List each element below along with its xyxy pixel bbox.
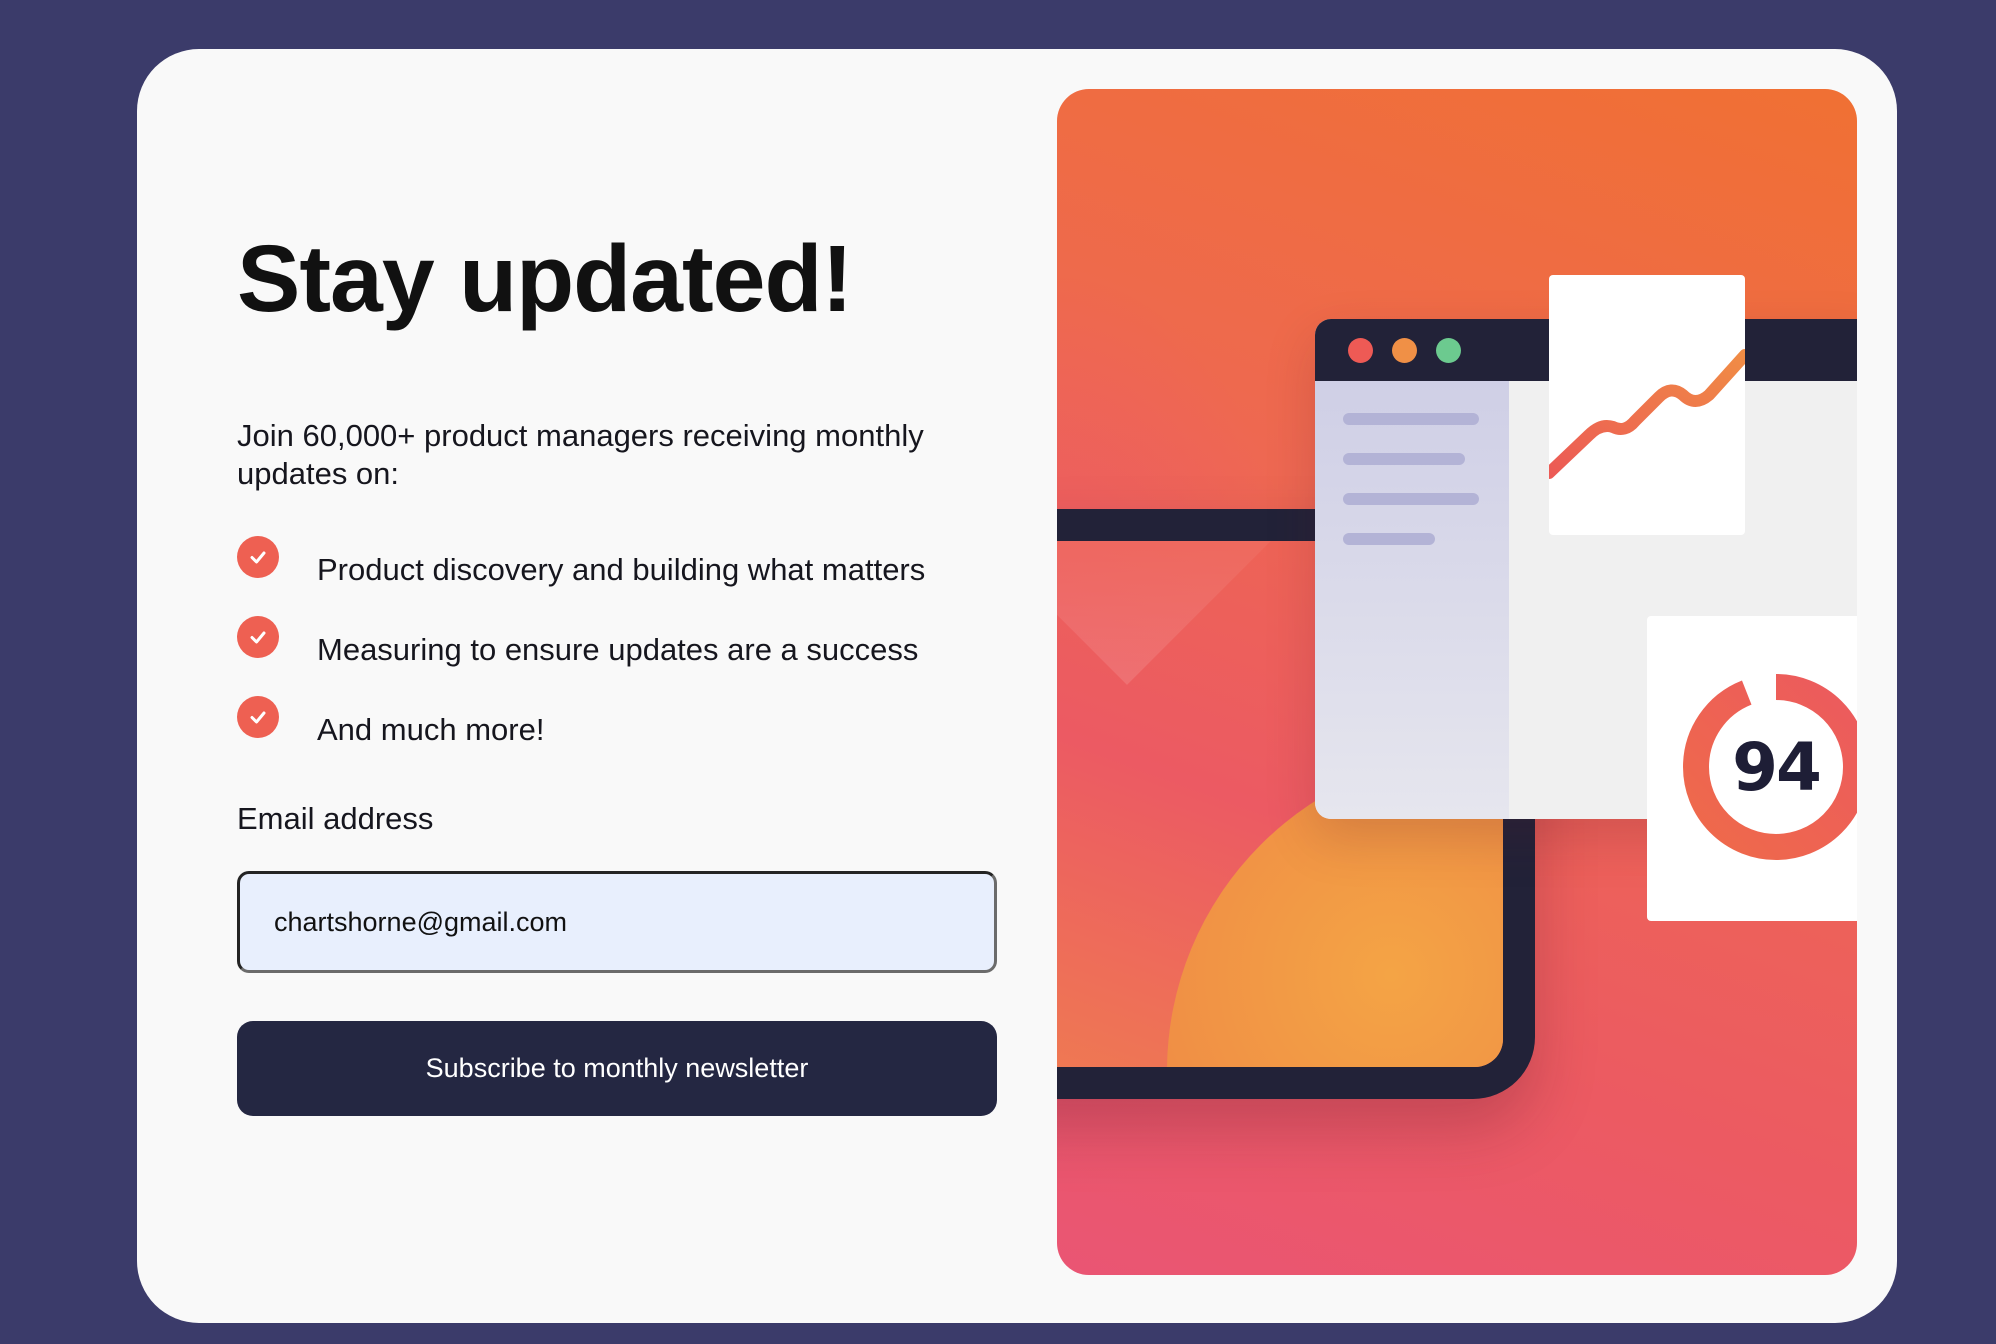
- feature-label: And much more!: [317, 712, 545, 747]
- email-field[interactable]: [237, 871, 997, 973]
- browser-sidebar: [1315, 381, 1509, 819]
- signup-card: Stay updated! Join 60,000+ product manag…: [137, 49, 1897, 1323]
- email-label: Email address: [237, 801, 434, 836]
- score-card: 94: [1647, 616, 1857, 921]
- green-dot-icon: [1436, 338, 1461, 363]
- trend-line-icon: [1543, 349, 1751, 479]
- sidebar-line: [1343, 533, 1435, 545]
- sidebar-line: [1343, 493, 1479, 505]
- check-icon: [237, 536, 279, 578]
- trend-chart-card: [1543, 275, 1751, 535]
- red-dot-icon: [1348, 338, 1373, 363]
- orange-dot-icon: [1392, 338, 1417, 363]
- check-icon: [237, 616, 279, 658]
- list-item: Product discovery and building what matt…: [237, 536, 925, 616]
- subscribe-button[interactable]: Subscribe to monthly newsletter: [237, 1021, 997, 1116]
- page-title: Stay updated!: [237, 226, 853, 332]
- sidebar-line: [1343, 413, 1479, 425]
- light-shard: [1057, 541, 1311, 685]
- intro-text: Join 60,000+ product managers receiving …: [237, 418, 924, 491]
- feature-label: Measuring to ensure updates are a succes…: [317, 632, 919, 667]
- list-item: And much more!: [237, 696, 925, 776]
- feature-label: Product discovery and building what matt…: [317, 552, 926, 587]
- sidebar-line: [1343, 453, 1465, 465]
- feature-list: Product discovery and building what matt…: [237, 536, 925, 776]
- list-item: Measuring to ensure updates are a succes…: [237, 616, 925, 696]
- hero-illustration: 94: [1057, 89, 1857, 1275]
- check-icon: [237, 696, 279, 738]
- score-value: 94: [1732, 728, 1822, 806]
